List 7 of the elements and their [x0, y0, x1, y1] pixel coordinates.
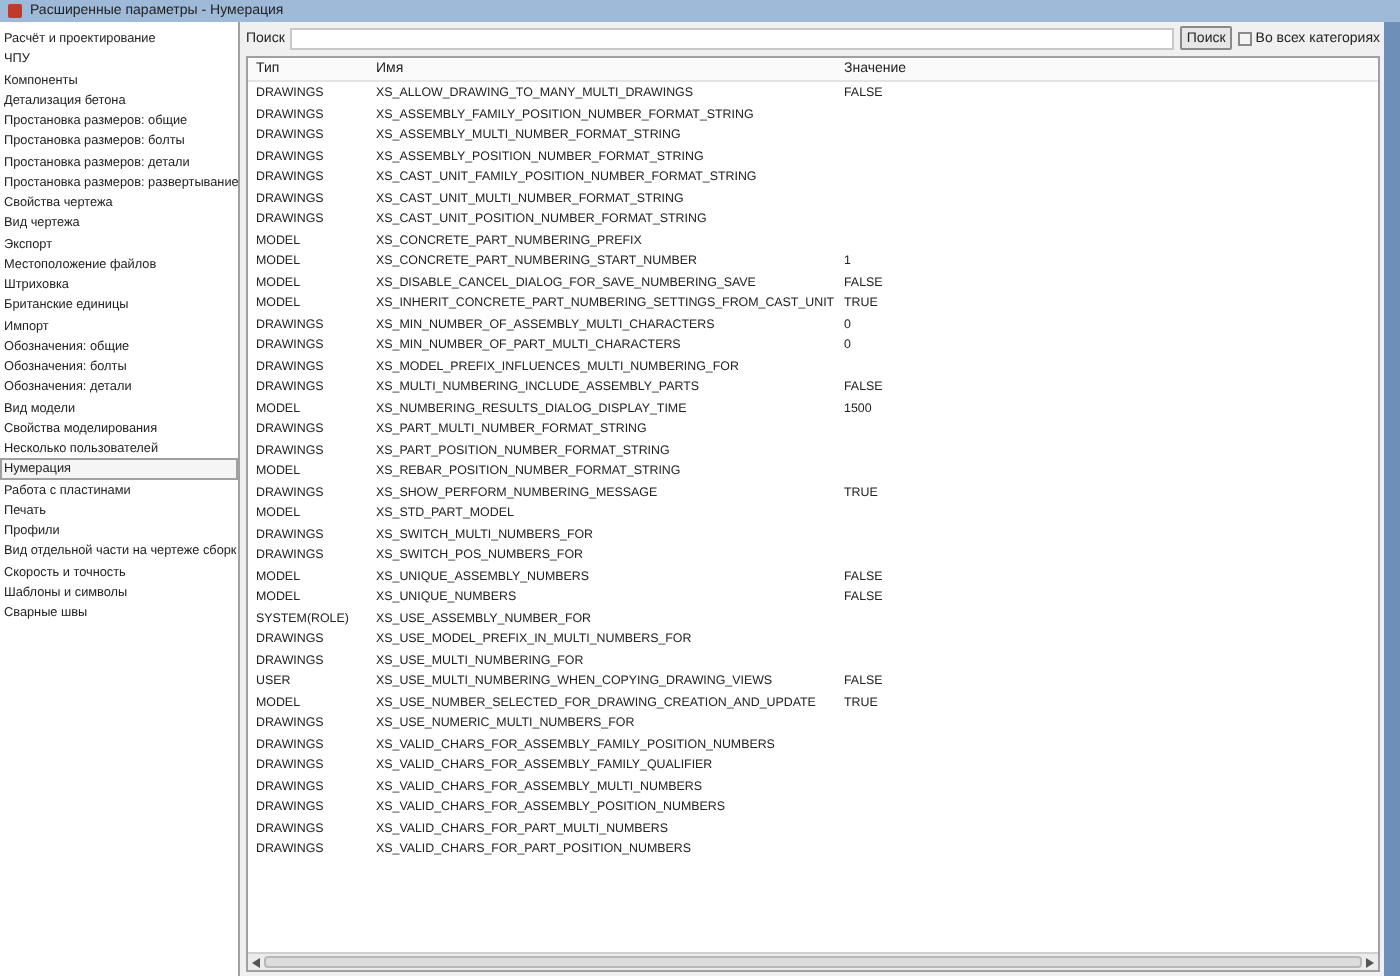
horizontal-scrollbar[interactable] — [248, 952, 1378, 970]
right-arrow-icon[interactable] — [1366, 957, 1374, 967]
scrollbar-thumb[interactable] — [264, 956, 1362, 968]
left-arrow-icon[interactable] — [252, 957, 260, 967]
app-icon — [8, 4, 22, 18]
checkbox[interactable] — [1237, 31, 1252, 45]
search-field[interactable] — [290, 27, 1175, 49]
